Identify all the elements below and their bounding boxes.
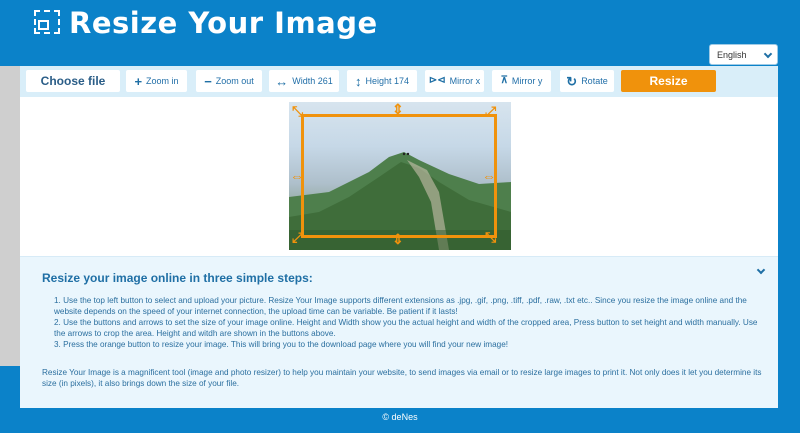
minus-icon: − [204, 73, 212, 89]
instructions-title: Resize your image online in three simple… [42, 271, 313, 285]
crop-handle-left[interactable]: ⇔ [290, 169, 304, 183]
zoom-out-button[interactable]: − Zoom out [196, 70, 262, 92]
header: Resize Your Image [0, 0, 800, 44]
crop-frame[interactable] [301, 114, 497, 238]
zoom-out-label: Zoom out [215, 76, 254, 86]
site-title: Resize Your Image [69, 6, 378, 40]
horizontal-arrows-icon: ↔ [275, 73, 289, 89]
width-button[interactable]: ↔ Width 261 [269, 70, 339, 92]
crop-handle-right[interactable]: ⇔ [482, 169, 496, 183]
choose-file-label: Choose file [40, 74, 106, 88]
logo-icon [34, 10, 60, 34]
crop-handle-bottom-right[interactable]: ⤡ [485, 230, 496, 244]
plus-icon: + [134, 73, 143, 89]
crop-handle-top-left[interactable]: ⤡ [292, 104, 303, 118]
editor-panel: Choose file + Zoom in − Zoom out ↔ Width… [20, 66, 778, 408]
mirror-y-label: Mirror y [511, 76, 543, 86]
language-select-value: English [717, 50, 747, 60]
chevron-down-icon [763, 49, 773, 59]
step-item: 3. Press the orange button to resize you… [54, 340, 509, 349]
left-strip [0, 66, 20, 366]
vertical-arrows-icon: ↕ [354, 73, 362, 89]
height-button[interactable]: ↕ Height 174 [347, 70, 417, 92]
steps-list: 1. Use the top left button to select and… [54, 295, 766, 350]
mirror-y-button[interactable]: ⊼ Mirror y [492, 70, 551, 92]
mirror-x-button[interactable]: ⊳⊲ Mirror x [425, 70, 484, 92]
instructions-section: Resize your image online in three simple… [20, 256, 778, 408]
rotate-icon: ↻ [566, 73, 578, 89]
rotate-button[interactable]: ↻ Rotate [560, 70, 614, 92]
description-paragraph: Resize Your Image is a magnificent tool … [42, 368, 762, 388]
crop-handle-bottom-left[interactable]: ⤢ [292, 230, 303, 244]
crop-handle-top-right[interactable]: ⤢ [485, 104, 496, 118]
crop-handle-bottom[interactable]: ⇕ [392, 232, 404, 246]
chevron-down-icon[interactable] [756, 265, 766, 275]
resize-button[interactable]: Resize [621, 70, 716, 92]
footer-copyright: © deNes [382, 412, 418, 422]
step-item: 2. Use the buttons and arrows to set the… [54, 318, 758, 338]
toolbar: Choose file + Zoom in − Zoom out ↔ Width… [20, 66, 778, 97]
mirror-horizontal-icon: ⊳⊲ [428, 75, 446, 86]
zoom-in-button[interactable]: + Zoom in [126, 70, 187, 92]
resize-label: Resize [649, 74, 688, 88]
height-label: Height 174 [365, 76, 410, 86]
rotate-label: Rotate [581, 76, 608, 86]
choose-file-button[interactable]: Choose file [26, 70, 120, 92]
width-label: Width 261 [292, 76, 333, 86]
zoom-in-label: Zoom in [146, 76, 179, 86]
step-item: 1. Use the top left button to select and… [54, 296, 747, 316]
crop-handle-top[interactable]: ⇕ [392, 102, 404, 116]
mirror-x-label: Mirror x [449, 76, 481, 86]
language-select[interactable]: English [709, 44, 778, 65]
mirror-vertical-icon: ⊼ [500, 75, 508, 86]
